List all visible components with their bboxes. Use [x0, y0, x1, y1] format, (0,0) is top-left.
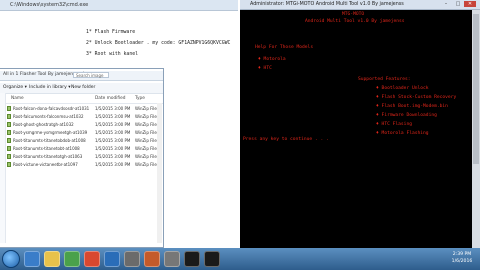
file-name: Root-ysmgrme-ysmgrmeetgh-at1039 — [13, 130, 88, 135]
file-date: 1/5/2015 3:00 PM — [95, 138, 131, 143]
cmd-icon[interactable] — [204, 251, 220, 267]
organize-button[interactable]: Organize ▾ — [3, 85, 27, 90]
zip-file-icon — [7, 130, 11, 135]
file-name: Root-titanumts-titanetobt-at1008 — [13, 146, 80, 151]
feature-item: ♦ Flash Boot.img-Modem.bin — [376, 104, 448, 109]
explorer-toolbar: Organize ▾ Include in library ▾ New fold… — [0, 83, 163, 94]
zip-file-icon — [7, 138, 11, 143]
zip-file-icon — [7, 106, 11, 111]
menu-line-3: 3* Root with kanel — [86, 52, 138, 57]
explorer-scrollbar[interactable] — [157, 103, 162, 243]
file-row[interactable]: Root-titanumts-titanetotgh-at1063 1/5/20… — [5, 153, 163, 161]
file-type: WinZip File — [135, 138, 157, 143]
banner-line-1: MTG-MOTO — [342, 12, 365, 17]
file-type: WinZip File — [135, 114, 157, 119]
start-button[interactable] — [2, 250, 20, 268]
file-date: 1/5/2015 3:00 PM — [95, 162, 131, 167]
archive-icon[interactable] — [164, 251, 180, 267]
file-type: WinZip File — [135, 122, 157, 127]
clock-date: 1/6/2016 — [451, 259, 473, 264]
minimize-icon[interactable]: – — [440, 1, 452, 7]
file-date: 1/5/2015 3:00 PM — [95, 146, 131, 151]
zip-file-icon — [7, 114, 11, 119]
col-name[interactable]: Name — [11, 96, 24, 101]
supported-heading: Supported Features: — [358, 77, 411, 82]
file-type: WinZip File — [135, 162, 157, 167]
continue-prompt: Press any key to continue . . . — [243, 137, 329, 142]
file-row[interactable]: Root-victune-victaneetbr-at1097 1/5/2015… — [5, 161, 163, 169]
col-type[interactable]: Type — [135, 96, 145, 101]
feature-item: ♦ Motorola Flashing — [376, 131, 429, 136]
file-name: Root-falcumonts-falconmsu-at1032 — [13, 114, 84, 119]
file-date: 1/5/2015 3:00 PM — [95, 122, 131, 127]
clock-time: 2:39 PM — [452, 252, 472, 257]
file-date: 1/5/2015 3:00 PM — [95, 114, 131, 119]
include-library-button[interactable]: Include in library ▾ — [29, 85, 71, 90]
file-type: WinZip File — [135, 154, 157, 159]
close-icon[interactable]: ✕ — [464, 1, 476, 7]
cmd-icon[interactable] — [184, 251, 200, 267]
file-name: Root-titanumts-titanetobdob-at1008 — [13, 138, 86, 143]
firefox-icon[interactable] — [144, 251, 160, 267]
column-headers: Name Date modified Type — [5, 95, 163, 104]
zip-file-icon — [7, 146, 11, 151]
model-htc: ♦ HTC — [258, 66, 272, 71]
feature-item: ♦ Bootloader Unlock — [376, 86, 429, 91]
file-name: Root-falcon-dona-falcavdsosdr-at1031 — [13, 106, 90, 111]
file-type: WinZip File — [135, 146, 157, 151]
console-scroll-thumb[interactable] — [473, 14, 479, 164]
file-type: WinZip File — [135, 130, 157, 135]
new-folder-button[interactable]: New folder — [71, 85, 95, 90]
help-heading: Help For Those Models — [255, 45, 314, 50]
file-date: 1/5/2015 3:00 PM — [95, 154, 131, 159]
file-date: 1/5/2015 3:00 PM — [95, 130, 131, 135]
file-name: Root-victune-victaneetbr-at1097 — [13, 162, 78, 167]
search-input[interactable]: Search image — [73, 72, 109, 78]
file-name: Root-ghost-ghostratgh-at1032 — [13, 122, 74, 127]
file-name: Root-titanumts-titanetotgh-at1063 — [13, 154, 83, 159]
file-row[interactable]: Root-titanumts-titanetobt-at1008 1/5/201… — [5, 145, 163, 153]
feature-item: ♦ Firmware Downloading — [376, 113, 437, 118]
address-bar[interactable]: All in 1 Flasher Tool By jamejenss ▸ ima… — [0, 71, 163, 81]
col-date[interactable]: Date modified — [95, 96, 125, 101]
file-row[interactable]: Root-falcon-dona-falcavdsosdr-at1031 1/5… — [5, 105, 163, 113]
black-console-title: Administrator: MTGi-MOTO Android Multi T… — [250, 2, 404, 7]
model-motorola: ♦ Motorola — [258, 57, 286, 62]
file-row[interactable]: Root-ghost-ghostratgh-at1032 1/5/2015 3:… — [5, 121, 163, 129]
media-player-icon[interactable] — [64, 251, 80, 267]
system-clock[interactable]: 2:39 PM 1/6/2016 — [446, 251, 478, 267]
banner-line-2: Android Multi Tool v1.0 By jamejenss — [305, 19, 405, 24]
folder-icon[interactable] — [44, 251, 60, 267]
white-console-titlebar[interactable]: C:\Windows\system32\cmd.exe — [0, 0, 238, 11]
app-icon[interactable] — [124, 251, 140, 267]
maximize-icon[interactable]: □ — [452, 1, 464, 7]
chrome-icon[interactable] — [84, 251, 100, 267]
zip-file-icon — [7, 162, 11, 167]
ie-icon[interactable] — [24, 251, 40, 267]
black-console-window[interactable] — [240, 0, 480, 248]
word-icon[interactable] — [104, 251, 120, 267]
zip-file-icon — [7, 122, 11, 127]
feature-item: ♦ Flash Stock-Custom Recovery — [376, 95, 457, 100]
file-date: 1/5/2015 3:00 PM — [95, 106, 131, 111]
file-row[interactable]: Root-falcumonts-falconmsu-at1032 1/5/201… — [5, 113, 163, 121]
menu-line-1: 1* Flash Firmware — [86, 30, 136, 35]
white-console-title: C:\Windows\system32\cmd.exe — [10, 2, 89, 8]
explorer-window[interactable]: All in 1 Flasher Tool By jamejenss ▸ ima… — [0, 68, 164, 248]
zip-file-icon — [7, 154, 11, 159]
file-row[interactable]: Root-titanumts-titanetobdob-at1008 1/5/2… — [5, 137, 163, 145]
black-console-titlebar[interactable]: Administrator: MTGi-MOTO Android Multi T… — [240, 0, 480, 10]
file-type: WinZip File — [135, 106, 157, 111]
file-row[interactable]: Root-ysmgrme-ysmgrmeetgh-at1039 1/5/2015… — [5, 129, 163, 137]
menu-line-2: 2* Unlock Bootloader . my code: GF1AZNPV… — [86, 41, 231, 46]
feature-item: ♦ HTC Flasing — [376, 122, 412, 127]
